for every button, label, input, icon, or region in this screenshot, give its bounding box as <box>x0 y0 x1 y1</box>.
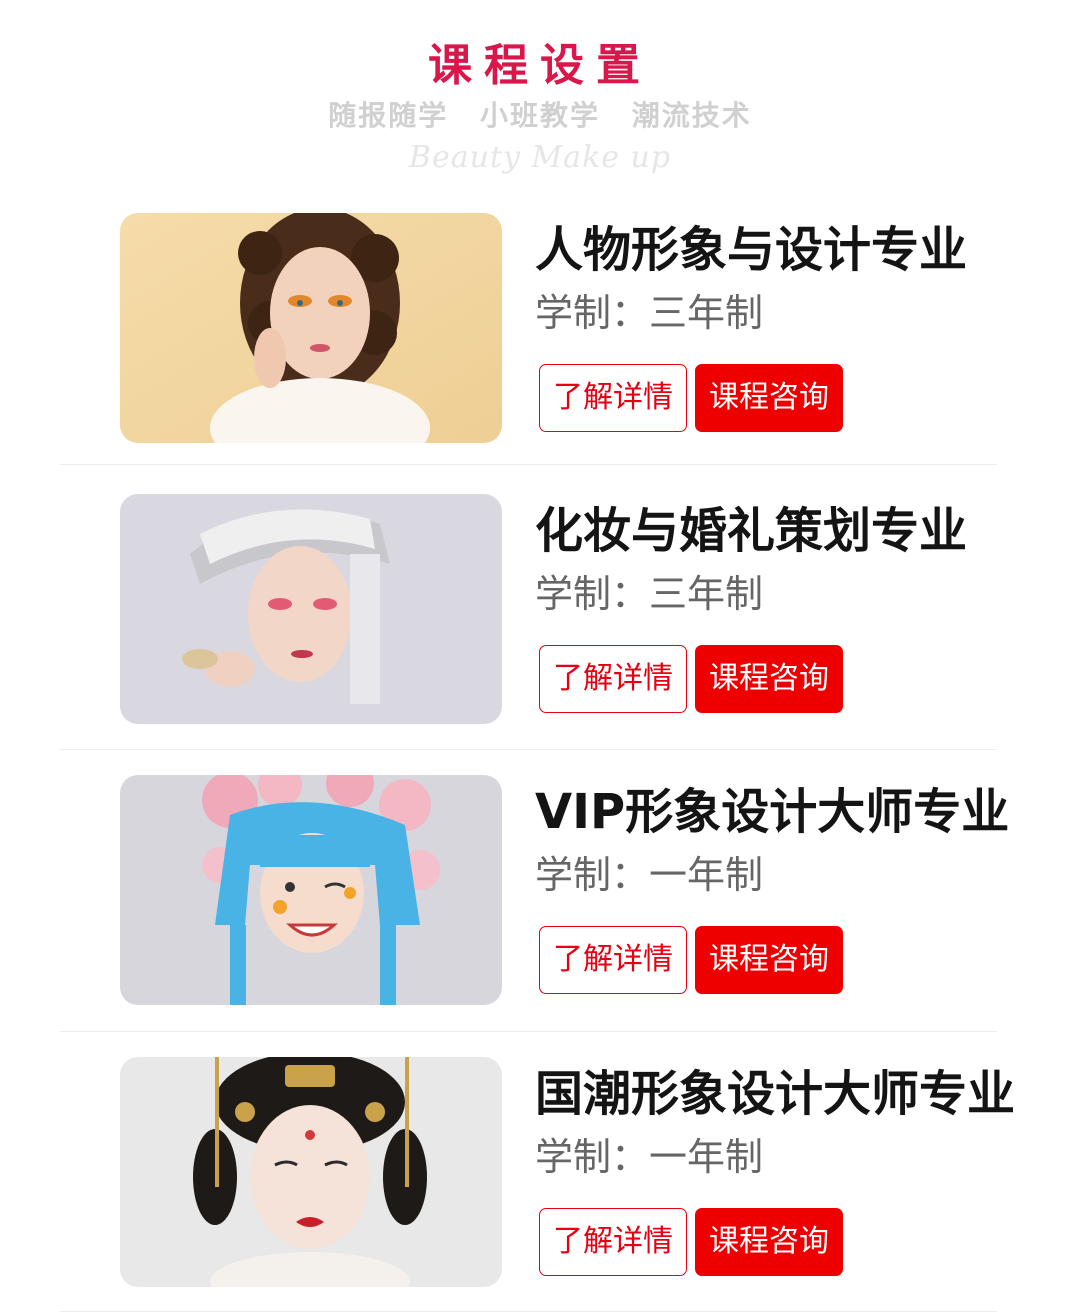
tagline-item: 随报随学 <box>328 99 449 132</box>
course-card: 国潮形象设计大师专业 学制：一年制 了解详情 课程咨询 <box>0 1057 1080 1287</box>
section-tagline: 随报随学 小班教学 潮流技术 <box>0 96 1080 136</box>
course-duration: 学制：一年制 <box>535 853 764 897</box>
course-duration: 学制：一年制 <box>535 1135 764 1179</box>
course-name: 化妆与婚礼策划专业 <box>535 503 968 559</box>
course-duration: 学制：三年制 <box>535 291 764 335</box>
course-photo[interactable] <box>120 775 502 1005</box>
view-details-button[interactable]: 了解详情 <box>539 926 687 994</box>
view-details-button[interactable]: 了解详情 <box>539 645 687 713</box>
course-name: 人物形象与设计专业 <box>535 222 968 278</box>
section-title: 课程设置 <box>428 40 652 91</box>
divider <box>60 1031 997 1032</box>
section-header: 课程设置 随报随学 小班教学 潮流技术 Beauty Make up <box>0 0 1080 200</box>
course-duration: 学制：三年制 <box>535 572 764 616</box>
course-photo[interactable] <box>120 1057 502 1287</box>
divider <box>60 1311 997 1312</box>
course-card: VIP形象设计大师专业 学制：一年制 了解详情 课程咨询 <box>0 775 1080 1005</box>
course-consult-button[interactable]: 课程咨询 <box>695 645 843 713</box>
course-consult-button[interactable]: 课程咨询 <box>695 1208 843 1276</box>
divider <box>60 749 997 750</box>
course-consult-button[interactable]: 课程咨询 <box>695 926 843 994</box>
divider <box>60 464 997 465</box>
view-details-button[interactable]: 了解详情 <box>539 364 687 432</box>
course-photo[interactable] <box>120 213 502 443</box>
tagline-item: 小班教学 <box>479 99 600 132</box>
decorative-script-text: Beauty Make up <box>408 140 672 175</box>
course-consult-button[interactable]: 课程咨询 <box>695 364 843 432</box>
course-card: 化妆与婚礼策划专业 学制：三年制 了解详情 课程咨询 <box>0 494 1080 724</box>
course-card: 人物形象与设计专业 学制：三年制 了解详情 课程咨询 <box>0 213 1080 443</box>
course-photo[interactable] <box>120 494 502 724</box>
course-name: 国潮形象设计大师专业 <box>535 1066 1016 1122</box>
course-name: VIP形象设计大师专业 <box>535 784 1010 840</box>
view-details-button[interactable]: 了解详情 <box>539 1208 687 1276</box>
tagline-item: 潮流技术 <box>631 99 752 132</box>
